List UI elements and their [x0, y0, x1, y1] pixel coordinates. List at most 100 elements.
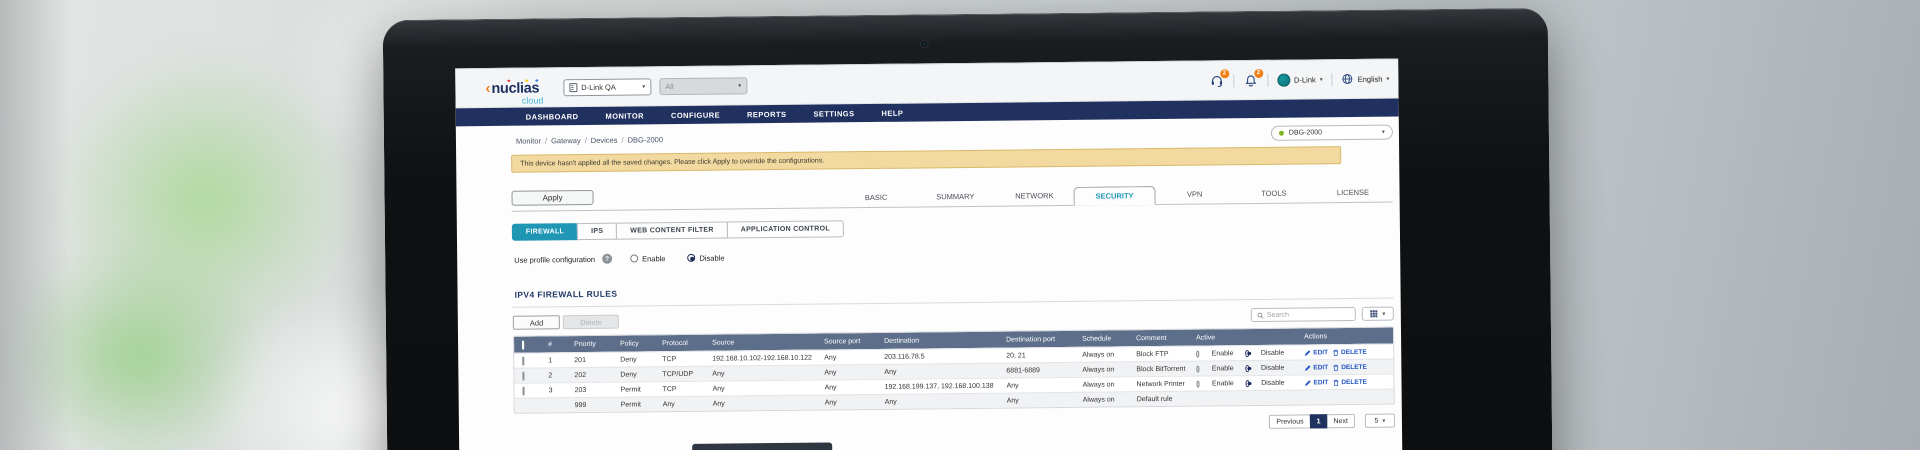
breadcrumb-monitor[interactable]: Monitor — [516, 136, 541, 145]
cell-source-port: Any — [817, 398, 877, 406]
site-selector[interactable]: All ▾ — [659, 77, 747, 95]
nav-item-reports[interactable]: REPORTS — [747, 109, 786, 118]
tab-vpn[interactable]: VPN — [1155, 189, 1234, 205]
cell-schedule: Always on — [1075, 381, 1129, 389]
device-selector-value: DBG-2000 — [1289, 129, 1322, 136]
row-checkbox[interactable] — [522, 371, 524, 380]
user-menu[interactable]: D-Link ▾ — [1277, 73, 1323, 86]
subtab-application-control[interactable]: APPLICATION CONTROL — [727, 220, 844, 238]
previous-page-button[interactable]: Previous — [1269, 414, 1310, 428]
col-policy: Policy — [612, 340, 654, 347]
delete-label: DELETE — [1341, 363, 1367, 370]
edit-action[interactable]: EDIT — [1304, 379, 1328, 386]
edit-action[interactable]: EDIT — [1304, 364, 1328, 371]
search-input[interactable] — [1267, 311, 1350, 319]
notifications-button[interactable]: 2 — [1243, 72, 1258, 87]
chevron-down-icon: ▾ — [1382, 310, 1385, 317]
rule-enable-radio[interactable] — [1197, 380, 1200, 387]
rule-enable-radio[interactable] — [1196, 365, 1199, 372]
cell-source: Any — [705, 399, 817, 407]
cell-comment: Block FTP — [1128, 350, 1188, 358]
breadcrumb-devices[interactable]: Devices — [591, 136, 618, 145]
status-dot — [1279, 131, 1284, 136]
col-protocol: Protocol — [654, 339, 704, 347]
breadcrumb-gateway[interactable]: Gateway — [551, 136, 581, 145]
cell-destination-port: Any — [999, 381, 1075, 389]
trash-icon — [1332, 364, 1339, 371]
language-menu[interactable]: English ▾ — [1342, 73, 1390, 85]
organization-selector[interactable]: D-Link QA ▾ — [563, 78, 651, 96]
divider — [513, 298, 1394, 308]
help-icon[interactable]: ? — [602, 254, 612, 264]
profile-enable-radio[interactable]: Enable — [630, 254, 665, 263]
rule-disable-radio[interactable] — [1246, 365, 1249, 372]
nav-item-help[interactable]: HELP — [881, 108, 903, 117]
col-priority: Priority — [566, 340, 612, 347]
row-checkbox[interactable] — [523, 386, 525, 395]
cell-comment: Default rule — [1129, 395, 1189, 403]
edit-action[interactable]: EDIT — [1304, 349, 1328, 356]
row-checkbox[interactable] — [522, 356, 524, 365]
cell-protocol: TCP — [654, 355, 704, 363]
cell-source-port: Any — [816, 353, 876, 361]
building-icon — [569, 83, 577, 92]
divider — [1332, 73, 1333, 86]
nav-item-settings[interactable]: SETTINGS — [813, 109, 854, 118]
tab-basic[interactable]: BASIC — [837, 193, 916, 209]
chevron-down-icon: ▾ — [642, 83, 645, 90]
background-shade — [0, 0, 70, 450]
tab-tools[interactable]: TOOLS — [1234, 188, 1313, 204]
radio-icon — [630, 254, 638, 262]
disable-label: Disable — [1261, 379, 1284, 386]
tab-summary[interactable]: SUMMARY — [916, 192, 995, 208]
support-button[interactable]: 2 — [1209, 73, 1224, 88]
device-selector[interactable]: DBG-2000 ▾ — [1271, 125, 1393, 141]
subtab-firewall[interactable]: FIREWALL — [512, 223, 578, 241]
pencil-icon — [1304, 379, 1311, 386]
section-title: IPV4 FIREWALL RULES — [515, 280, 1401, 299]
col-actions: Actions — [1296, 332, 1393, 340]
select-all-checkbox[interactable] — [522, 340, 524, 349]
tab-license[interactable]: LICENSE — [1313, 188, 1392, 204]
chevron-down-icon: ▾ — [1382, 129, 1385, 136]
page-size-select[interactable]: 5 ▾ — [1365, 414, 1395, 428]
cell-protocol: TCP/UDP — [654, 370, 704, 378]
nav-item-configure[interactable]: CONFIGURE — [671, 110, 720, 120]
partially-visible-element — [692, 442, 832, 450]
current-page-button[interactable]: 1 — [1310, 414, 1328, 428]
banner-text: This device hasn't applied all the saved… — [520, 157, 824, 167]
grid-icon — [1370, 310, 1378, 318]
nav-item-monitor[interactable]: MONITOR — [605, 111, 644, 120]
delete-action[interactable]: DELETE — [1332, 363, 1367, 370]
next-page-button[interactable]: Next — [1326, 414, 1355, 428]
col-active: Active — [1188, 333, 1296, 341]
tab-security[interactable]: SECURITY — [1074, 186, 1155, 206]
cell-schedule: Always on — [1074, 366, 1128, 374]
apply-button[interactable]: Apply — [511, 190, 593, 206]
chevron-down-icon: ▾ — [1382, 417, 1385, 424]
tab-network[interactable]: NETWORK — [995, 191, 1074, 207]
logo-chevron-icon: ‹ — [485, 79, 490, 96]
profile-disable-radio[interactable]: Disable — [687, 253, 724, 262]
search-box[interactable] — [1251, 307, 1356, 322]
subtab-web-content-filter[interactable]: WEB CONTENT FILTER — [616, 222, 728, 240]
page-size-value: 5 — [1374, 417, 1378, 424]
logo-brand: nuclias — [491, 80, 539, 97]
security-subtabs: FIREWALL IPS WEB CONTENT FILTER APPLICAT… — [512, 214, 1400, 240]
subtab-ips[interactable]: IPS — [577, 223, 617, 240]
add-button[interactable]: Add — [513, 315, 561, 329]
pencil-icon — [1304, 349, 1311, 356]
nav-item-dashboard[interactable]: DASHBOARD — [526, 112, 579, 122]
rule-disable-radio[interactable] — [1245, 350, 1248, 357]
rule-disable-radio[interactable] — [1246, 380, 1249, 387]
delete-action[interactable]: DELETE — [1332, 378, 1367, 385]
cell-policy: Permit — [613, 386, 655, 393]
cell-destination-port: 6881-6889 — [998, 366, 1074, 374]
edit-label: EDIT — [1313, 349, 1328, 356]
cell-schedule: Always on — [1075, 396, 1129, 404]
delete-action[interactable]: DELETE — [1332, 348, 1367, 355]
cell-destination: 192.168.199.137, 192.168.100.138 — [877, 382, 999, 390]
rule-enable-radio[interactable] — [1196, 350, 1199, 357]
column-settings-button[interactable]: ▾ — [1362, 307, 1394, 321]
cell-destination: Any — [876, 367, 998, 375]
